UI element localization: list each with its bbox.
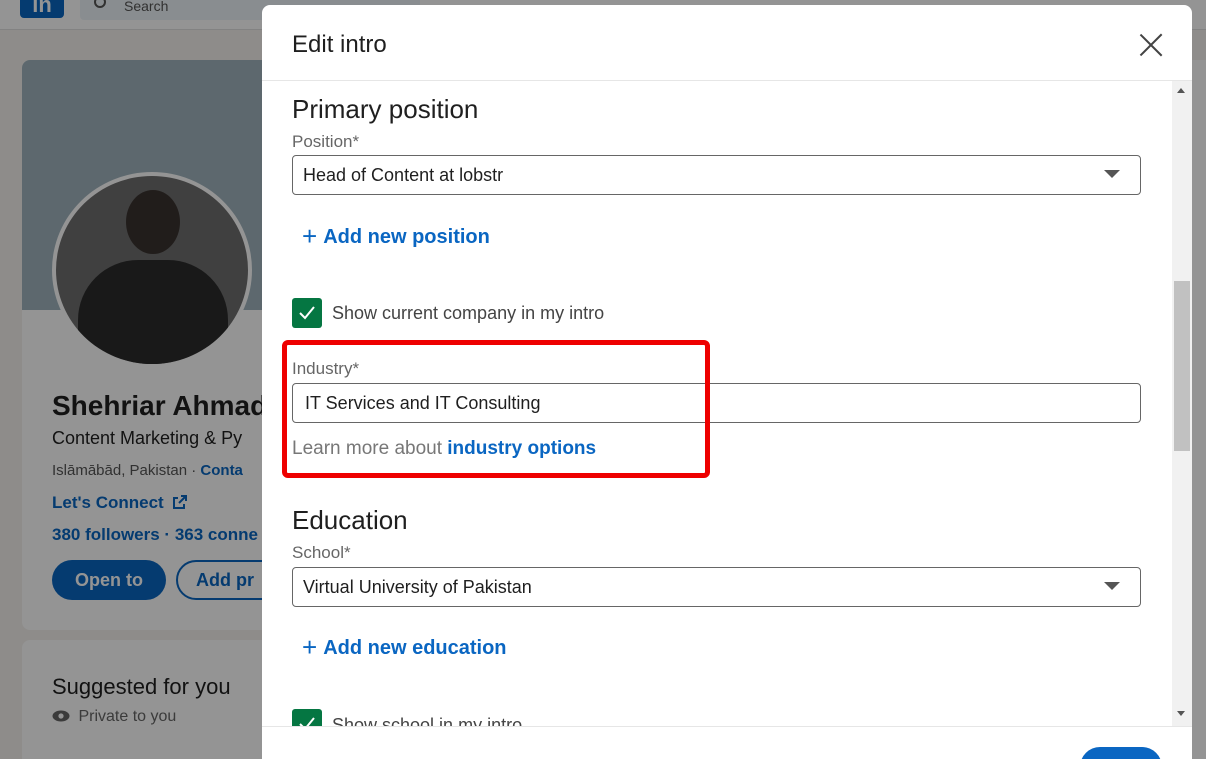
highlight-annotation-box	[282, 340, 710, 478]
chevron-down-icon	[1104, 170, 1120, 178]
position-selected-value: Head of Content at lobstr	[303, 165, 504, 185]
school-label: School*	[292, 543, 351, 562]
scroll-thumb[interactable]	[1174, 281, 1190, 451]
add-new-position-label: Add new position	[323, 226, 490, 248]
education-heading: Education	[292, 505, 408, 535]
primary-position-heading: Primary position	[292, 94, 479, 124]
edit-intro-modal: Edit intro Primary position Position* He…	[262, 5, 1192, 759]
close-icon[interactable]	[1138, 32, 1164, 58]
add-new-education-label: Add new education	[323, 637, 507, 659]
show-company-checkbox[interactable]	[292, 298, 322, 328]
add-new-position-button[interactable]: + Add new position	[302, 221, 490, 252]
position-label: Position*	[292, 132, 360, 151]
plus-icon: +	[302, 221, 318, 251]
add-new-education-button[interactable]: + Add new education	[302, 632, 507, 663]
scroll-down-arrow-icon[interactable]	[1177, 711, 1185, 716]
position-select[interactable]: Head of Content at lobstr	[292, 155, 1141, 195]
school-select[interactable]: Virtual University of Pakistan	[292, 567, 1141, 607]
modal-footer	[262, 726, 1192, 759]
chevron-down-icon	[1104, 582, 1120, 590]
checkmark-icon	[299, 306, 315, 320]
plus-icon: +	[302, 632, 318, 662]
save-button[interactable]	[1080, 747, 1162, 759]
modal-header: Edit intro	[262, 5, 1192, 81]
modal-title: Edit intro	[292, 31, 387, 58]
modal-scrollbar[interactable]	[1172, 81, 1192, 726]
school-selected-value: Virtual University of Pakistan	[303, 577, 532, 597]
scroll-up-arrow-icon[interactable]	[1177, 88, 1185, 93]
show-company-label: Show current company in my intro	[332, 303, 605, 323]
